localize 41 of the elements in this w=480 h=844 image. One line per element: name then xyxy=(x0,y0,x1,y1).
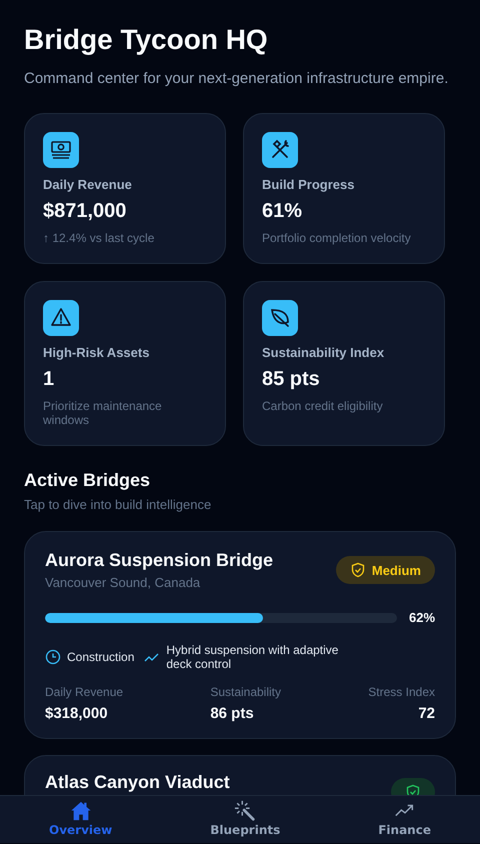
metric-value: 72 xyxy=(418,705,435,722)
banknote-icon xyxy=(43,132,79,168)
bridge-location: Vancouver Sound, Canada xyxy=(45,575,202,590)
bridge-name: Atlas Canyon Viaduct xyxy=(45,772,230,793)
stat-label: Sustainability Index xyxy=(262,345,386,360)
home-icon xyxy=(70,800,92,822)
stat-label: High-Risk Assets xyxy=(43,345,150,360)
nav-tab[interactable]: Finance xyxy=(366,796,443,843)
bridge-card[interactable]: Aurora Suspension Bridge Vancouver Sound, Canada Medium 62% Construction Hybrid suspension with adaptive deck control Daily Revenue $318,000 Sustainability 86 pts Stress Index 72 xyxy=(24,531,456,739)
shield-icon xyxy=(350,562,366,578)
stat-value: $871,000 xyxy=(43,200,128,223)
stat-note: Portfolio completion velocity xyxy=(262,231,412,245)
magic-wand-icon xyxy=(234,800,256,822)
page-title: Bridge Tycoon HQ xyxy=(24,24,269,56)
metric-label: Stress Index xyxy=(368,685,435,699)
metric-label: Daily Revenue xyxy=(45,685,124,699)
metric-value: $318,000 xyxy=(45,705,109,722)
tools-icon xyxy=(262,132,298,168)
leaf-icon xyxy=(262,300,298,336)
bridge-name: Aurora Suspension Bridge xyxy=(45,550,274,571)
stat-note: ↑ 12.4% vs last cycle xyxy=(43,231,156,245)
risk-badge: Medium xyxy=(336,556,435,584)
stat-label: Build Progress xyxy=(262,177,356,192)
stat-value: 61% xyxy=(262,200,304,223)
section-title: Active Bridges xyxy=(24,470,152,491)
stat-note: Prioritize maintenance windows xyxy=(43,399,163,427)
stat-note: Carbon credit eligibility xyxy=(262,399,384,413)
clock-icon xyxy=(45,649,61,665)
page-subtitle: Command center for your next-generation infrastructure empire. xyxy=(24,70,450,87)
design-description: Hybrid suspension with adaptive deck control xyxy=(166,643,340,671)
bridge-card[interactable]: Atlas Canyon Viaduct xyxy=(24,755,456,795)
nav-tab[interactable]: Blueprints xyxy=(198,796,292,843)
section-subtitle: Tap to dive into build intelligence xyxy=(24,497,212,512)
stat-value: 1 xyxy=(43,368,56,391)
progress-percent: 62% xyxy=(409,610,435,625)
metric-value: 86 pts xyxy=(210,705,255,722)
warning-icon xyxy=(43,300,79,336)
phase-label: Construction xyxy=(67,650,134,664)
stat-label: Daily Revenue xyxy=(43,177,133,192)
stat-value: 85 pts xyxy=(262,368,321,391)
metric-label: Sustainability xyxy=(210,685,282,699)
